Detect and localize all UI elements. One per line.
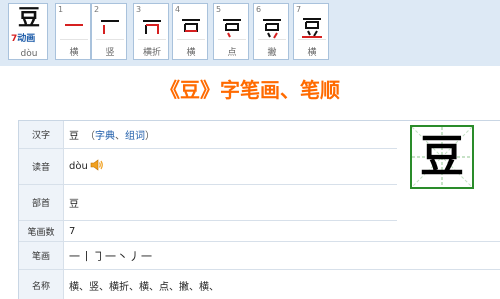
page-title: 《豆》字笔画、笔顺	[160, 78, 340, 102]
value-mingcheng: 横、竖、横折、横、点、撇、横、	[69, 281, 219, 293]
row-bushou: 部首 豆	[19, 185, 397, 221]
stroke-name: 撇	[267, 48, 277, 58]
pinyin-value: dòu	[69, 161, 88, 172]
zuci-link[interactable]: 组词	[125, 131, 145, 142]
tianzige-character-box: 豆	[410, 125, 474, 189]
stroke-step-4-glyph	[177, 12, 205, 40]
stroke-step-7[interactable]: 7 横	[293, 3, 329, 60]
label-hanzi: 汉字	[19, 121, 64, 148]
stroke-step-2-glyph	[96, 12, 124, 40]
character-glyph: 豆	[17, 6, 40, 31]
character-card[interactable]: 豆 7动画 dòu	[8, 3, 48, 60]
stroke-step-5-glyph	[218, 12, 246, 40]
stroke-name: 点	[227, 48, 237, 58]
stroke-step-6-glyph	[258, 12, 286, 40]
zidian-link[interactable]: 字典	[95, 131, 115, 142]
stroke-name: 横折	[142, 48, 161, 58]
row-hanzi: 汉字 豆 （字典、组词）	[19, 121, 397, 149]
stroke-step-2[interactable]: 2 竖	[91, 3, 127, 60]
label-bihuashu: 笔画数	[19, 221, 64, 241]
stroke-name: 横	[307, 48, 317, 58]
value-hanzi: 豆 （字典、组词）	[69, 121, 155, 148]
value-bushou: 豆	[69, 199, 79, 210]
stroke-step-1[interactable]: 1 横	[55, 3, 91, 60]
stroke-step-5[interactable]: 5 点	[213, 3, 249, 60]
pinyin-label: dòu	[20, 49, 38, 59]
stroke-order-strip: 豆 7动画 dòu 1 横 2 竖 3 横折 4 横 5 点 6 撇 7 横	[0, 0, 500, 66]
row-bihuashu: 笔画数 7	[19, 221, 500, 242]
label-mingcheng: 名称	[19, 270, 64, 299]
value-bihuashu: 7	[69, 225, 76, 237]
row-mingcheng: 名称 横、竖、横折、横、点、撇、横、	[19, 270, 500, 299]
label-duyin: 读音	[19, 149, 64, 184]
paren-open: （	[85, 131, 95, 142]
label-bihua: 笔画	[19, 242, 64, 269]
stroke-name: 横	[186, 48, 196, 58]
row-bihua: 笔画 一丨㇆一丶丿一	[19, 242, 500, 270]
paren-close: ）	[145, 131, 155, 142]
large-character: 豆	[420, 131, 464, 182]
stroke-name: 横	[69, 48, 79, 58]
stroke-step-3-glyph	[138, 12, 166, 40]
animation-link[interactable]: 7动画	[11, 34, 35, 44]
stroke-step-6[interactable]: 6 撇	[253, 3, 289, 60]
hanzi-char: 豆	[69, 131, 79, 142]
value-bihua: 一丨㇆一丶丿一	[69, 249, 153, 263]
stroke-step-7-glyph	[298, 12, 326, 40]
row-duyin: 读音 dòu	[19, 149, 397, 185]
hanzi-links: （字典、组词）	[85, 127, 155, 142]
value-duyin: dòu	[69, 149, 104, 184]
speaker-icon[interactable]	[90, 159, 104, 174]
stroke-name: 竖	[105, 48, 115, 58]
stroke-step-3[interactable]: 3 横折	[133, 3, 169, 60]
label-bushou: 部首	[19, 185, 64, 220]
stroke-step-1-glyph	[60, 12, 88, 40]
animate-label: 动画	[17, 34, 36, 44]
stroke-step-4[interactable]: 4 横	[172, 3, 208, 60]
link-separator: 、	[115, 131, 125, 142]
